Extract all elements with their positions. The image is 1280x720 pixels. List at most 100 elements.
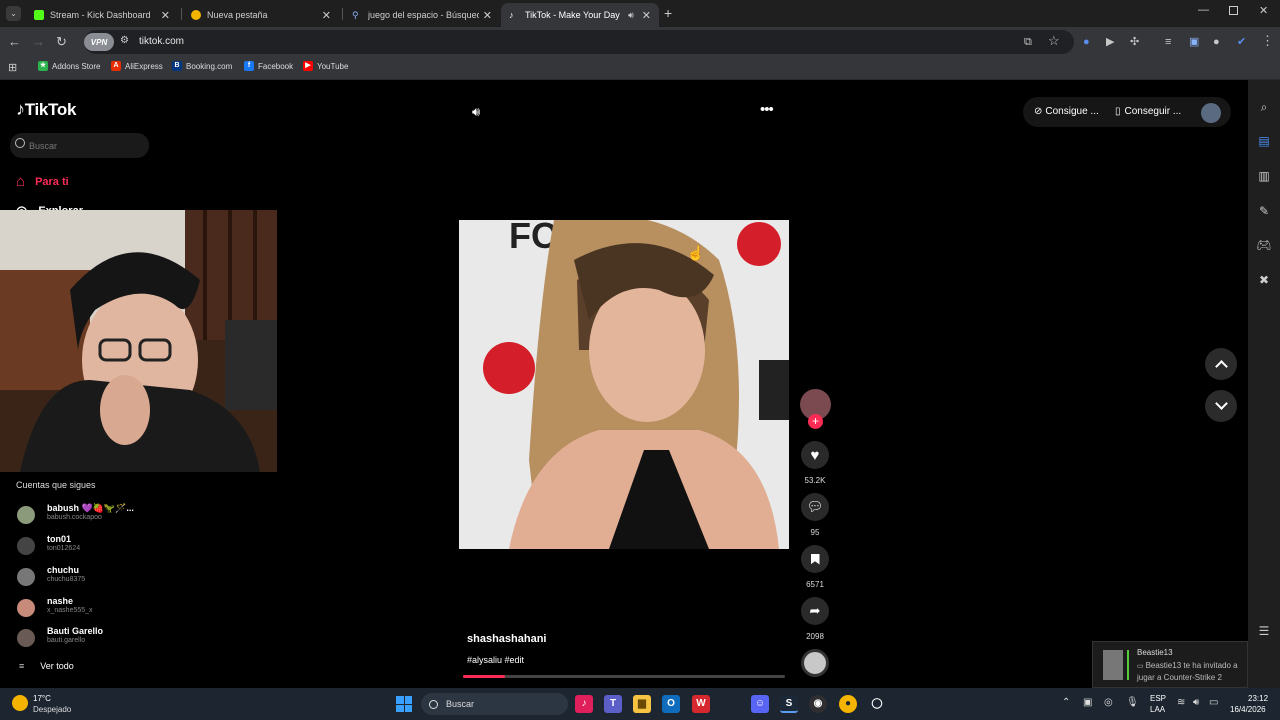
video-author-name[interactable]: shashashahani bbox=[467, 633, 546, 645]
next-video-button[interactable] bbox=[1205, 390, 1237, 422]
tray-obs-icon[interactable]: ◎ bbox=[1104, 697, 1113, 708]
previous-video-button[interactable] bbox=[1205, 348, 1237, 380]
bookmark-aliexpress[interactable]: A AliExpress bbox=[111, 61, 163, 71]
obs-icon[interactable]: ◉ bbox=[809, 695, 827, 713]
following-account[interactable]: ton01 ton012624 bbox=[17, 534, 217, 558]
search-panel-icon[interactable]: ⌕ bbox=[1256, 100, 1272, 116]
bookmark-youtube[interactable]: ▶ YouTube bbox=[303, 61, 348, 71]
game-invite-toast[interactable]: Beastie13 ▭ Beastie13 te ha invitado a j… bbox=[1092, 641, 1248, 688]
taskbar-search[interactable]: Buscar bbox=[421, 693, 568, 715]
file-explorer-icon[interactable]: ▆ bbox=[633, 695, 651, 713]
profile-icon[interactable]: ● bbox=[1213, 35, 1220, 49]
office-icon[interactable]: W bbox=[692, 695, 710, 713]
following-account[interactable]: nashe x_nashe555_x bbox=[17, 596, 217, 620]
bookmark-booking[interactable]: B Booking.com bbox=[172, 61, 232, 71]
online-indicator bbox=[1127, 650, 1129, 680]
chat-panel-icon[interactable]: ▤ bbox=[1256, 134, 1272, 150]
url-text[interactable]: tiktok.com bbox=[139, 36, 184, 47]
save-button[interactable] bbox=[801, 545, 829, 573]
speaker-icon[interactable]: 🔊︎ bbox=[1193, 697, 1199, 708]
discord-icon[interactable]: ☺ bbox=[751, 695, 769, 713]
tiktok-logo[interactable]: ♪TikTok bbox=[16, 99, 76, 120]
restore-button[interactable] bbox=[1229, 6, 1238, 15]
forward-icon[interactable]: → bbox=[32, 35, 45, 49]
app-ring-icon[interactable]: ◯ bbox=[868, 695, 886, 713]
get-app-button[interactable]: ▯ Conseguir ... bbox=[1115, 106, 1181, 117]
follow-plus-button[interactable]: + bbox=[808, 414, 823, 429]
following-account[interactable]: chuchu chuchu8375 bbox=[17, 565, 217, 589]
tab-search-button[interactable]: ⌄ bbox=[6, 6, 21, 21]
get-coins-button[interactable]: ⊘ Consigue ... bbox=[1034, 106, 1099, 117]
close-icon[interactable]: ✕ bbox=[322, 9, 331, 22]
windows-start-icon[interactable] bbox=[396, 696, 412, 712]
settings-panel-icon[interactable]: ☰ bbox=[1256, 624, 1272, 640]
following-account[interactable]: babush 💜🍓🦖🪄... babush.cockapoo bbox=[17, 503, 217, 527]
wifi-icon[interactable]: ≋ bbox=[1177, 697, 1185, 708]
search-input[interactable]: Buscar bbox=[10, 133, 149, 158]
tab-new-tab[interactable]: Nueva pestaña ✕ bbox=[183, 3, 339, 27]
clock-date[interactable]: 16/4/2026 bbox=[1230, 705, 1266, 714]
edit-panel-icon[interactable]: ✎ bbox=[1256, 204, 1272, 220]
weather-desc[interactable]: Despejado bbox=[33, 705, 71, 714]
share-button[interactable]: ➦ bbox=[801, 597, 829, 625]
following-account[interactable]: Bauti Garello bauti.garello bbox=[17, 626, 217, 650]
notes-panel-icon[interactable]: ▥ bbox=[1256, 169, 1272, 185]
tray-mic-icon[interactable]: 🎙︎ bbox=[1126, 697, 1139, 708]
tools-panel-icon[interactable]: ✖ bbox=[1256, 273, 1272, 289]
tab-tiktok[interactable]: ♪ TikTok - Make Your Day 🔊︎ ✕ bbox=[501, 3, 659, 27]
teams-icon[interactable]: T bbox=[604, 695, 622, 713]
battery-icon[interactable]: ▭ bbox=[1209, 697, 1218, 708]
extension-shield-icon[interactable]: ● bbox=[1083, 35, 1090, 49]
home-icon: ⌂ bbox=[16, 173, 26, 190]
language-top[interactable]: ESP bbox=[1150, 694, 1166, 703]
close-icon[interactable]: ✕ bbox=[642, 9, 651, 22]
tray-chevron-icon[interactable]: ⌃ bbox=[1062, 697, 1070, 708]
comment-button[interactable]: 💬︎ bbox=[801, 493, 829, 521]
weather-temp[interactable]: 17°C bbox=[33, 694, 51, 703]
new-tab-button[interactable]: + bbox=[664, 5, 672, 21]
extensions-puzzle-icon[interactable]: ✣ bbox=[1130, 35, 1139, 49]
minimize-button[interactable]: — bbox=[1198, 4, 1209, 16]
video-hashtags[interactable]: #alysaliu #edit bbox=[467, 655, 524, 665]
language-bottom[interactable]: LAA bbox=[1150, 705, 1165, 714]
menu-kebab-icon[interactable]: ⋮ bbox=[1261, 34, 1274, 48]
tray-app-icon[interactable]: ▣ bbox=[1083, 697, 1092, 708]
tab-search[interactable]: ⚲ juego del espacio - Búsqueda ✕ bbox=[344, 3, 500, 27]
outlook-icon[interactable]: O bbox=[662, 695, 680, 713]
side-panel-icon[interactable]: ▣ bbox=[1189, 35, 1199, 49]
bookmark-addons-store[interactable]: ★ Addons Store bbox=[38, 61, 100, 71]
steam-icon[interactable]: S bbox=[780, 695, 798, 713]
back-icon[interactable]: ← bbox=[8, 35, 21, 49]
avatar bbox=[17, 537, 35, 555]
volume-icon[interactable]: 🔊︎ bbox=[472, 104, 480, 120]
clock-time[interactable]: 23:12 bbox=[1248, 694, 1268, 703]
reload-icon[interactable]: ↻ bbox=[56, 35, 67, 49]
close-window-button[interactable]: ✕ bbox=[1259, 4, 1268, 17]
tab-kick[interactable]: Stream - Kick Dashboard ✕ bbox=[26, 3, 178, 27]
address-bar[interactable]: VPN ⚙ tiktok.com bbox=[84, 30, 1074, 54]
more-options-icon[interactable]: ••• bbox=[760, 101, 774, 118]
security-shield-icon[interactable]: ✔ bbox=[1237, 35, 1246, 49]
close-icon[interactable]: ✕ bbox=[161, 9, 170, 22]
site-info-icon[interactable]: ⚙ bbox=[120, 35, 129, 46]
chrome-icon[interactable]: ● bbox=[839, 695, 857, 713]
bookmark-star-icon[interactable]: ☆ bbox=[1048, 34, 1060, 48]
nav-for-you[interactable]: ⌂ Para ti bbox=[16, 173, 69, 190]
bookmark-facebook[interactable]: f Facebook bbox=[244, 61, 293, 71]
gamepad-panel-icon[interactable]: 🎮︎ bbox=[1256, 238, 1272, 254]
music-disc[interactable] bbox=[801, 649, 829, 677]
video-player[interactable]: FOX ☝ bbox=[459, 220, 789, 549]
reading-list-icon[interactable]: ≡ bbox=[1165, 35, 1171, 49]
audio-playing-icon[interactable]: 🔊︎ bbox=[628, 10, 634, 21]
weather-icon[interactable] bbox=[12, 695, 28, 711]
extension-video-icon[interactable]: ▶ bbox=[1106, 35, 1114, 49]
tiktok-app-icon[interactable]: ♪ bbox=[575, 695, 593, 713]
profile-avatar[interactable] bbox=[1201, 103, 1221, 123]
apps-grid-icon[interactable]: ⊞ bbox=[8, 61, 17, 74]
install-app-icon[interactable]: ⧉ bbox=[1024, 35, 1032, 49]
see-all-button[interactable]: ≡ Ver todo bbox=[19, 661, 74, 671]
like-button[interactable]: ♥ bbox=[801, 441, 829, 469]
progress-track[interactable] bbox=[463, 675, 785, 678]
vpn-badge[interactable]: VPN bbox=[84, 33, 114, 51]
close-icon[interactable]: ✕ bbox=[483, 9, 492, 22]
